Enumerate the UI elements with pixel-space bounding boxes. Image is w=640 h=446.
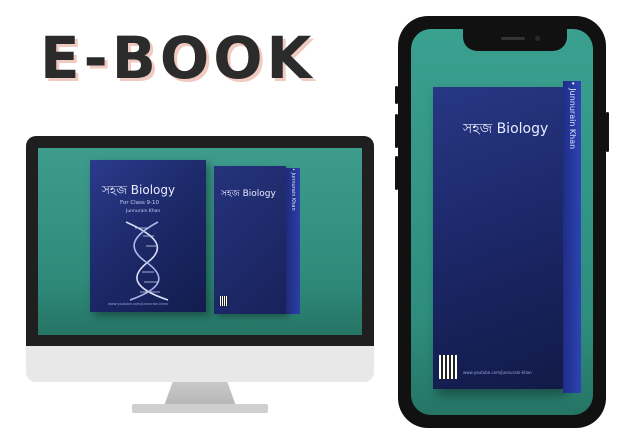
monitor-screen: সহজ Biology For Class 9-10 Junnurain Kha… <box>38 148 362 335</box>
monitor-chin <box>26 346 374 382</box>
smartphone: সহজ Biology www.youtube.com/junnurain-kh… <box>395 16 609 428</box>
book-spine: • Junnurain Khan <box>286 168 300 314</box>
qr-code-icon <box>220 296 228 306</box>
headline-text: E-BOOK <box>40 24 316 92</box>
phone-book-cover: সহজ Biology www.youtube.com/junnurain-kh… <box>433 87 563 389</box>
phone-spine-author: • Junnurain Khan <box>568 81 577 150</box>
dna-helix-icon <box>125 221 169 301</box>
book-author: Junnurain Khan <box>126 209 161 214</box>
camera-icon <box>535 36 540 41</box>
phone-book-footer: www.youtube.com/junnurain-khan <box>463 370 532 375</box>
book-title: সহজ Biology <box>102 183 176 197</box>
phone-mute-button <box>395 86 398 104</box>
monitor-stand-neck <box>164 382 236 406</box>
qr-code-icon <box>439 355 457 379</box>
monitor-frame: সহজ Biology For Class 9-10 Junnurain Kha… <box>26 136 374 346</box>
phone-book-title: সহজ Biology <box>463 121 549 137</box>
phone-notch <box>463 29 567 51</box>
desktop-monitor: সহজ Biology For Class 9-10 Junnurain Kha… <box>26 136 374 414</box>
book-second-title: সহজ Biology <box>221 189 276 199</box>
phone-power-button <box>606 112 609 152</box>
book-footer: www.youtube.com/junnurain-khan <box>108 302 169 306</box>
phone-volume-down-button <box>395 156 398 190</box>
book-spine-title: • Junnurain Khan <box>290 168 296 211</box>
book-subtitle: For Class 9-10 <box>120 200 160 206</box>
phone-book-spine: • Junnurain Khan <box>563 81 581 393</box>
book-second-cover: সহজ Biology <box>214 166 286 314</box>
phone-volume-up-button <box>395 114 398 148</box>
speaker-icon <box>501 37 525 40</box>
phone-screen: সহজ Biology www.youtube.com/junnurain-kh… <box>411 29 593 415</box>
headline: E-BOOK <box>40 26 340 90</box>
monitor-stand-base <box>132 404 268 413</box>
book-front-cover: সহজ Biology For Class 9-10 Junnurain Kha… <box>90 160 206 312</box>
